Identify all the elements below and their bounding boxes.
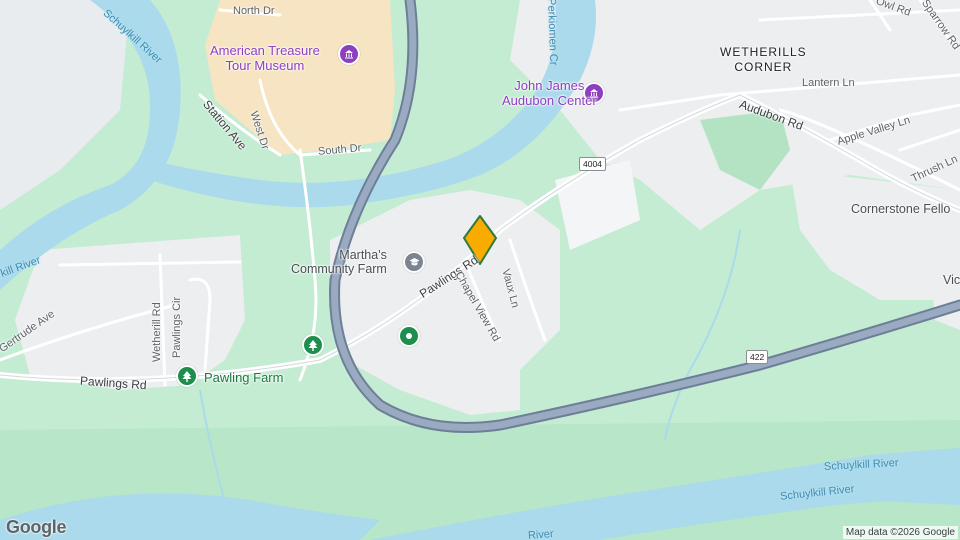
education-icon[interactable] bbox=[403, 251, 425, 273]
audubon-center-label[interactable]: John James Audubon Center bbox=[502, 78, 597, 108]
vic-label[interactable]: Vic bbox=[943, 273, 960, 287]
north-dr-label: North Dr bbox=[233, 5, 275, 17]
route-422-shield: 422 bbox=[746, 350, 769, 364]
marthas-farm-label[interactable]: Martha's Community Farm bbox=[291, 248, 387, 276]
cornerstone-label[interactable]: Cornerstone Fello bbox=[851, 202, 950, 216]
route-4004-shield: 4004 bbox=[579, 157, 606, 171]
google-logo: Google bbox=[6, 517, 67, 537]
lantern-ln-label: Lantern Ln bbox=[802, 77, 855, 89]
schuylkill-river-label: River bbox=[527, 528, 555, 540]
wetherill-rd-label: Wetherill Rd bbox=[151, 302, 163, 362]
pawlings-cir-label: Pawlings Cir bbox=[171, 296, 183, 358]
perkiomen-creek-label: Perkiomen Cr bbox=[545, 0, 560, 66]
tree-icon[interactable] bbox=[302, 334, 324, 356]
map-attribution[interactable]: Map data ©2026 Google bbox=[842, 526, 958, 539]
wetherills-corner-label: WETHERILLS CORNER bbox=[720, 45, 807, 74]
museum-icon[interactable] bbox=[338, 43, 360, 65]
map-view[interactable]: 4004 422 American Treasure Tour Museum J… bbox=[0, 0, 960, 540]
tree-icon[interactable] bbox=[176, 365, 198, 387]
place-icon[interactable] bbox=[398, 325, 420, 347]
pawling-farm-label[interactable]: Pawling Farm bbox=[204, 371, 283, 384]
museum-label[interactable]: American Treasure Tour Museum bbox=[210, 43, 320, 73]
